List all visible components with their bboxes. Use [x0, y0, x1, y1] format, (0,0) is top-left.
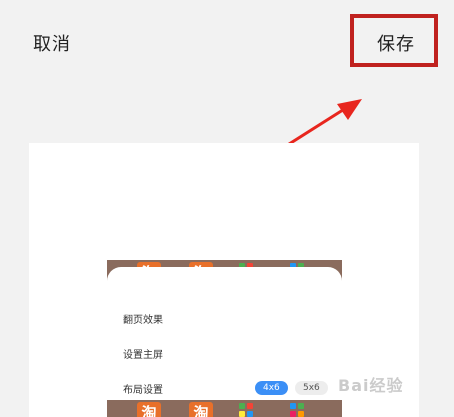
folder-icon — [239, 403, 259, 417]
settings-sheet: 翻页效果 设置主屏 布局设置 4x6 5x6 — [107, 267, 342, 401]
layout-option-5x6[interactable]: 5x6 — [295, 381, 328, 395]
save-button[interactable]: 保存 — [377, 30, 415, 56]
menu-item-layout-setting[interactable]: 布局设置 — [123, 381, 163, 396]
menu-item-page-effect[interactable]: 翻页效果 — [123, 311, 163, 326]
folder-icon — [290, 403, 310, 417]
app-icon: 淘 — [137, 402, 161, 417]
cancel-button[interactable]: 取消 — [33, 30, 71, 56]
layout-option-4x6[interactable]: 4x6 — [255, 381, 288, 395]
watermark: Bai经验 — [338, 376, 404, 395]
home-screen-strip-bottom: 淘 淘 — [107, 400, 342, 417]
menu-item-set-home[interactable]: 设置主屏 — [123, 346, 163, 361]
edit-home-screen: 取消 保存 淘 淘 翻页效果 设置主屏 布局设置 — [0, 0, 454, 417]
app-icon: 淘 — [189, 402, 213, 417]
